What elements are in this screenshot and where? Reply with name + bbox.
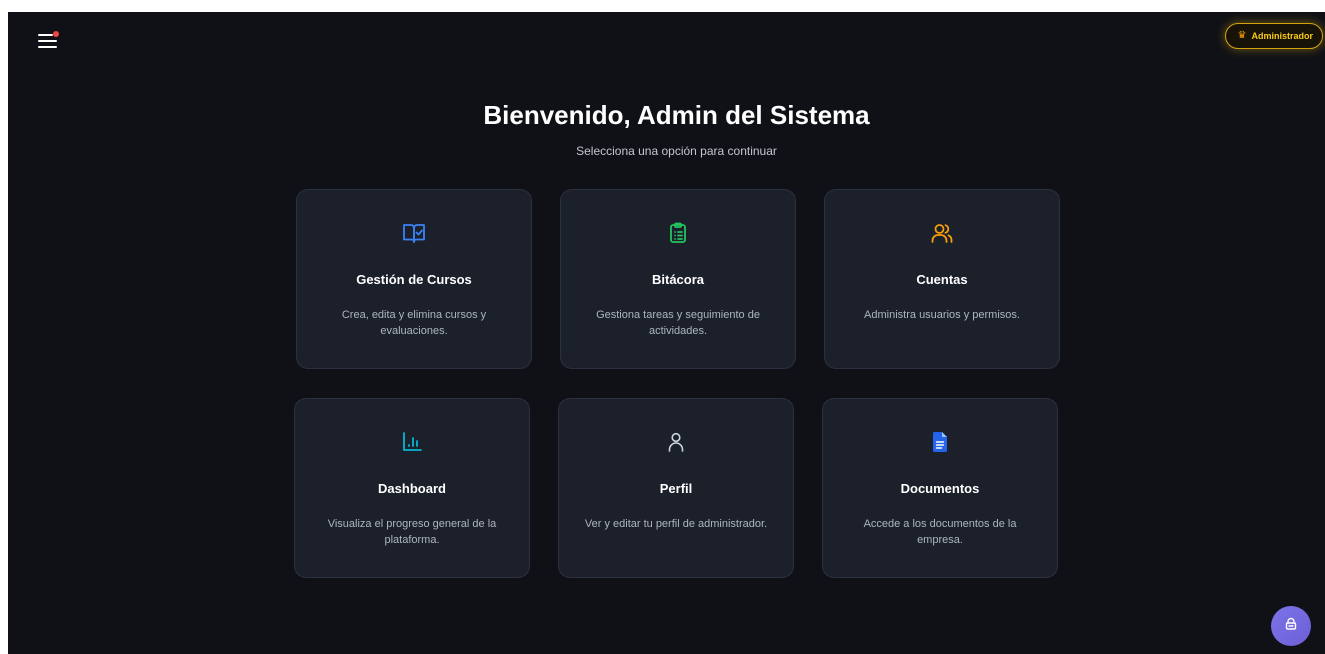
card-description: Ver y editar tu perfil de administrador. [584, 518, 768, 530]
role-badge[interactable]: ♛ Administrador [1224, 23, 1323, 49]
chat-bot-icon [1283, 616, 1299, 637]
user-icon [559, 431, 793, 453]
menu-button[interactable] [38, 30, 60, 52]
card-title: Cuentas [916, 272, 968, 287]
page-title: Bienvenido, Admin del Sistema [483, 100, 870, 130]
card-title: Gestión de Cursos [356, 272, 472, 287]
card-documentos[interactable]: Documentos Accede a los documentos de la… [822, 398, 1058, 578]
page-subtitle: Selecciona una opción para continuar [576, 144, 777, 158]
card-perfil[interactable]: Perfil Ver y editar tu perfil de adminis… [558, 398, 794, 578]
notification-dot [53, 31, 59, 37]
card-title: Dashboard [378, 481, 446, 496]
card-title: Bitácora [651, 272, 705, 287]
crown-icon: ♛ [1237, 30, 1247, 41]
role-badge-label: Administrador [1251, 31, 1313, 41]
users-icon [825, 222, 1059, 244]
card-bitacora[interactable]: Bitácora Gestiona tareas y seguimiento d… [560, 189, 796, 369]
card-description: Gestiona tareas y seguimiento de activid… [596, 309, 760, 337]
app-window: ♛ Administrador Bienvenido, Admin del Si… [8, 12, 1325, 654]
clipboard-list-icon [561, 222, 795, 244]
card-dashboard[interactable]: Dashboard Visualiza el progreso general … [294, 398, 530, 578]
card-description: Administra usuarios y permisos. [864, 309, 1020, 321]
book-check-icon [297, 222, 531, 244]
card-title: Perfil [659, 481, 693, 496]
card-description: Visualiza el progreso general de la plat… [327, 518, 497, 546]
card-description: Crea, edita y elimina cursos y evaluacio… [341, 309, 487, 337]
document-icon [823, 431, 1057, 453]
card-gestion-cursos[interactable]: Gestión de Cursos Crea, edita y elimina … [296, 189, 532, 369]
bar-chart-icon [295, 431, 529, 453]
chat-bot-button[interactable] [1271, 606, 1311, 646]
card-cuentas[interactable]: Cuentas Administra usuarios y permisos. [824, 189, 1060, 369]
card-description: Accede a los documentos de la empresa. [863, 518, 1017, 546]
card-title: Documentos [900, 481, 980, 496]
